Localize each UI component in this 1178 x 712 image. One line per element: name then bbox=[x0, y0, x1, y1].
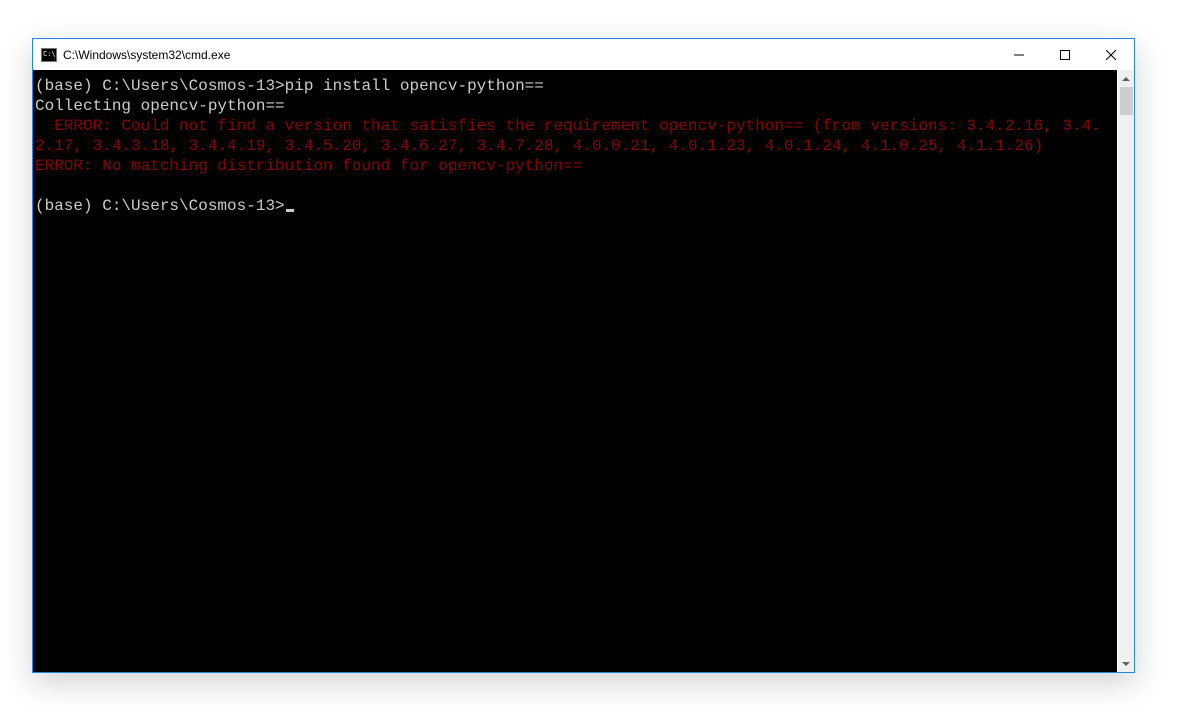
cmd-window: C:\Windows\system32\cmd.exe (base) C:\Us… bbox=[32, 38, 1135, 673]
maximize-button[interactable] bbox=[1042, 39, 1088, 70]
title-bar[interactable]: C:\Windows\system32\cmd.exe bbox=[33, 39, 1134, 70]
scrollbar-thumb[interactable] bbox=[1120, 87, 1133, 115]
command-text: pip install opencv-python== bbox=[285, 77, 544, 95]
scroll-up-button[interactable] bbox=[1118, 70, 1134, 87]
minimize-button[interactable] bbox=[996, 39, 1042, 70]
cursor bbox=[286, 209, 294, 212]
output-line: Collecting opencv-python== bbox=[35, 97, 285, 115]
close-button[interactable] bbox=[1088, 39, 1134, 70]
error-line: ERROR: No matching distribution found fo… bbox=[35, 157, 582, 175]
terminal-output[interactable]: (base) C:\Users\Cosmos-13>pip install op… bbox=[33, 70, 1117, 672]
window-controls bbox=[996, 39, 1134, 70]
scroll-down-button[interactable] bbox=[1118, 655, 1134, 672]
vertical-scrollbar[interactable] bbox=[1117, 70, 1134, 672]
prompt: (base) C:\Users\Cosmos-13> bbox=[35, 197, 285, 215]
prompt: (base) C:\Users\Cosmos-13> bbox=[35, 77, 285, 95]
cmd-icon bbox=[41, 47, 57, 63]
window-title: C:\Windows\system32\cmd.exe bbox=[63, 48, 230, 62]
error-line: ERROR: Could not find a version that sat… bbox=[35, 117, 1101, 155]
